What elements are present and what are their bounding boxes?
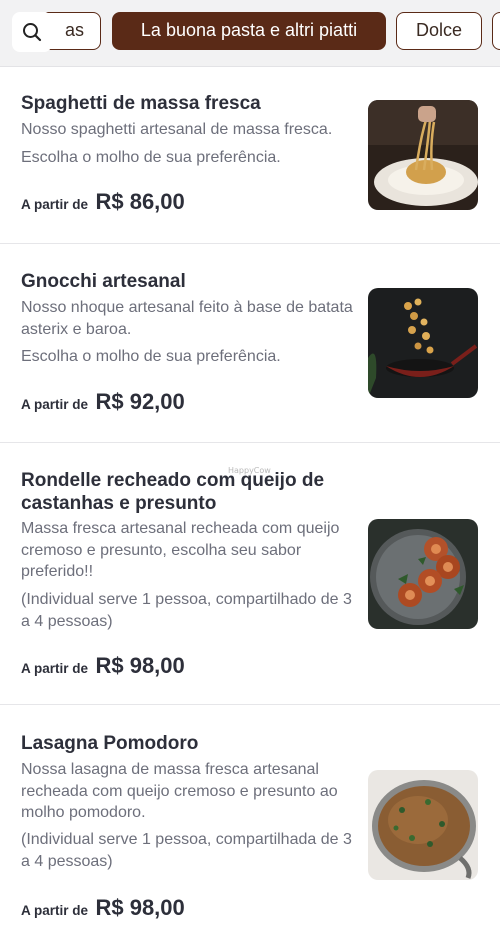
price-value: R$ 98,00 [95, 653, 185, 678]
price-value: R$ 86,00 [95, 189, 185, 214]
menu-item[interactable]: Spaghetti de massa fresca Nosso spaghett… [0, 67, 500, 244]
menu-item-description-note: (Individual serve 1 pessoa, compartilhad… [21, 831, 352, 870]
menu-item-title: Gnocchi artesanal [21, 271, 186, 292]
menu-item-price: A partir de R$ 98,00 [21, 895, 185, 921]
category-tab-la-buona-pasta[interactable]: La buona pasta e altri piatti [112, 12, 386, 50]
search-icon [23, 23, 42, 42]
menu-item-description: Nossa lasagna de massa fresca artesanal … [21, 761, 338, 821]
rondelle-photo[interactable] [368, 519, 478, 629]
price-prefix: A partir de [21, 903, 89, 918]
menu-item-price: A partir de R$ 86,00 [21, 189, 185, 215]
menu-item-description-note: Escolha o molho de sua preferência. [21, 149, 281, 166]
price-prefix: A partir de [21, 197, 89, 212]
menu-item-description: Massa fresca artesanal recheada com quei… [21, 520, 340, 580]
spaghetti-photo[interactable] [368, 100, 478, 210]
lasagna-photo[interactable] [368, 770, 478, 880]
menu-item-description: Nosso nhoque artesanal feito à base de b… [21, 299, 353, 338]
menu-item-title: Lasagna Pomodoro [21, 733, 199, 754]
menu-item-price: A partir de R$ 98,00 [21, 653, 185, 679]
watermark: HappyCow [228, 466, 271, 475]
menu-item[interactable]: Rondelle recheado com queijo de castanha… [0, 443, 500, 705]
category-nav: as La buona pasta e altri piatti Dolce [0, 0, 500, 67]
gnocchi-photo[interactable] [368, 288, 478, 398]
category-tabs: as La buona pasta e altri piatti Dolce [0, 12, 500, 52]
menu-item-title: Rondelle recheado com queijo de castanha… [21, 470, 325, 514]
menu-item-description-note: Escolha o molho de sua preferência. [21, 348, 281, 365]
category-tab-next[interactable] [492, 12, 500, 50]
price-prefix: A partir de [21, 661, 89, 676]
menu-item-description: Nosso spaghetti artesanal de massa fresc… [21, 121, 333, 138]
category-tab-dolce[interactable]: Dolce [396, 12, 482, 50]
menu-item-price: A partir de R$ 92,00 [21, 389, 185, 415]
search-button[interactable] [12, 12, 52, 52]
price-value: R$ 98,00 [95, 895, 185, 920]
menu-item[interactable]: Gnocchi artesanal Nosso nhoque artesanal… [0, 244, 500, 443]
price-prefix: A partir de [21, 397, 89, 412]
menu-item[interactable]: Lasagna Pomodoro Nossa lasagna de massa … [0, 705, 500, 943]
price-value: R$ 92,00 [95, 389, 185, 414]
menu-item-title: Spaghetti de massa fresca [21, 93, 261, 114]
menu-item-description-note: (Individual serve 1 pessoa, compartilhad… [21, 591, 352, 630]
